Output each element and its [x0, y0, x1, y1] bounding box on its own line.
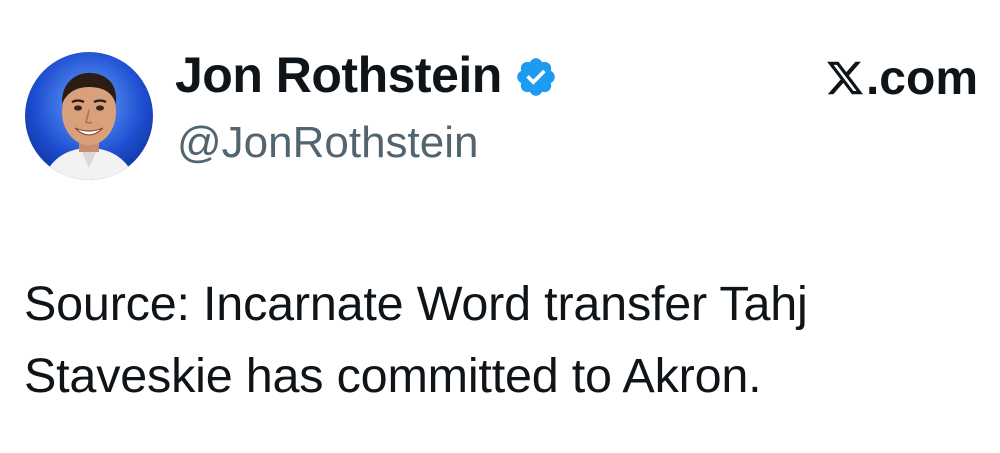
source-site-label: .com	[865, 51, 978, 105]
source-site[interactable]: .com	[825, 50, 978, 106]
author-handle[interactable]: @JonRothstein	[177, 118, 479, 168]
avatar-photo-icon	[25, 52, 153, 180]
author-name-row: Jon Rothstein	[175, 44, 558, 106]
tweet-text-line: Staveskie has committed to Akron.	[24, 349, 762, 403]
x-logo-icon	[825, 58, 865, 98]
author-avatar[interactable]	[25, 52, 153, 180]
tweet-card: Jon Rothstein @JonRothstein .com Source:…	[0, 0, 1000, 453]
verified-badge-icon	[514, 55, 558, 99]
author-display-name[interactable]: Jon Rothstein	[175, 46, 502, 104]
tweet-text-line: Source: Incarnate Word transfer Tahj	[24, 277, 808, 331]
tweet-text: Source: Incarnate Word transfer Tahj Sta…	[24, 268, 984, 412]
